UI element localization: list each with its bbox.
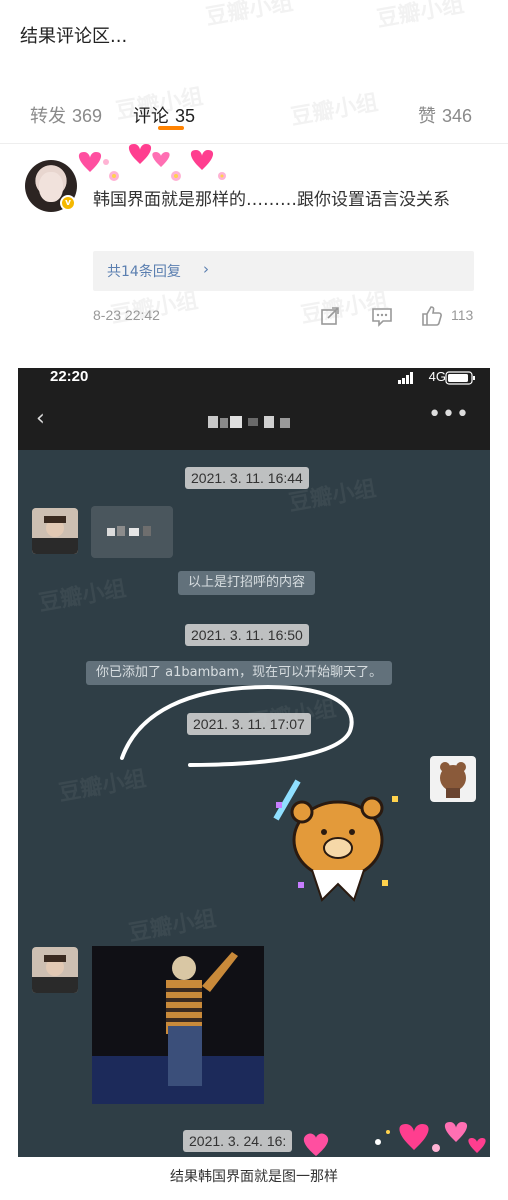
more-icon[interactable]: •••	[428, 402, 470, 427]
chat-nav-bar: ‹ •••	[18, 388, 490, 450]
blurred-message-bubble	[91, 506, 173, 558]
chat-timestamp: 2021. 3. 11. 16:44	[185, 467, 309, 489]
chat-timestamp: 2021. 3. 24. 16:	[183, 1130, 293, 1152]
tab-repost-count: 369	[72, 106, 103, 126]
self-avatar[interactable]	[430, 756, 476, 802]
chat-timestamp: 2021. 3. 11. 16:50	[185, 624, 309, 646]
like-icon[interactable]	[420, 304, 444, 328]
watermark: 豆瓣小组	[374, 0, 466, 33]
tab-like[interactable]: 赞 346	[418, 102, 472, 128]
replies-expander[interactable]: 共14条回复 ›	[93, 251, 474, 291]
contact-avatar[interactable]	[32, 947, 78, 993]
chat-screenshot-image: 22:20 4G ‹ ••• 豆瓣小组 豆瓣小组 豆瓣小组 豆瓣小组 豆瓣小组 …	[18, 368, 490, 1157]
comment-text: 韩国界面就是那样的………跟你设置语言没关系	[93, 190, 450, 210]
comment-timestamp: 8-23 22:42	[93, 307, 160, 323]
comment-like-count: 113	[451, 307, 474, 323]
tab-comment-count: 35	[175, 106, 196, 126]
tab-comment[interactable]: 评论 35	[133, 102, 195, 128]
tab-like-label: 赞	[417, 106, 436, 127]
tab-like-count: 346	[441, 106, 472, 126]
network-label: 4G	[428, 369, 446, 384]
status-time: 22:20	[50, 368, 89, 385]
post-title: 结果评论区...	[20, 26, 128, 47]
comment-tabs: 转发 369 评论 35 赞 346	[0, 102, 508, 134]
replies-count-link[interactable]: 共14条回复	[107, 261, 181, 281]
hearts-decoration-icon	[78, 144, 226, 181]
hearts-decoration-icon	[375, 1122, 486, 1153]
hand-drawn-circle	[120, 684, 354, 767]
watermark: 豆瓣小组	[203, 0, 295, 31]
watermark: 豆瓣小组	[36, 576, 128, 617]
status-bar: 22:20 4G	[18, 368, 490, 388]
verified-badge-icon: v	[60, 195, 76, 211]
chevron-right-icon: ›	[203, 260, 209, 278]
heart-icon	[303, 1133, 329, 1156]
repost-icon[interactable]	[318, 304, 342, 328]
active-tab-indicator	[158, 126, 184, 130]
system-message: 以上是打招呼的内容	[178, 571, 316, 595]
image-caption: 结果韩国界面就是图一那样	[170, 1169, 338, 1185]
tab-comment-label: 评论	[133, 106, 169, 127]
back-arrow-icon[interactable]: ‹	[36, 406, 45, 431]
stage-photo	[92, 946, 264, 1104]
watermark: 豆瓣小组	[126, 906, 218, 947]
contact-avatar[interactable]	[32, 508, 78, 554]
tab-repost[interactable]: 转发 369	[30, 102, 102, 128]
blurred-contact-name	[208, 416, 290, 428]
comment-icon[interactable]	[370, 304, 394, 328]
tab-repost-label: 转发	[30, 106, 66, 127]
bear-sticker-icon	[273, 779, 398, 902]
